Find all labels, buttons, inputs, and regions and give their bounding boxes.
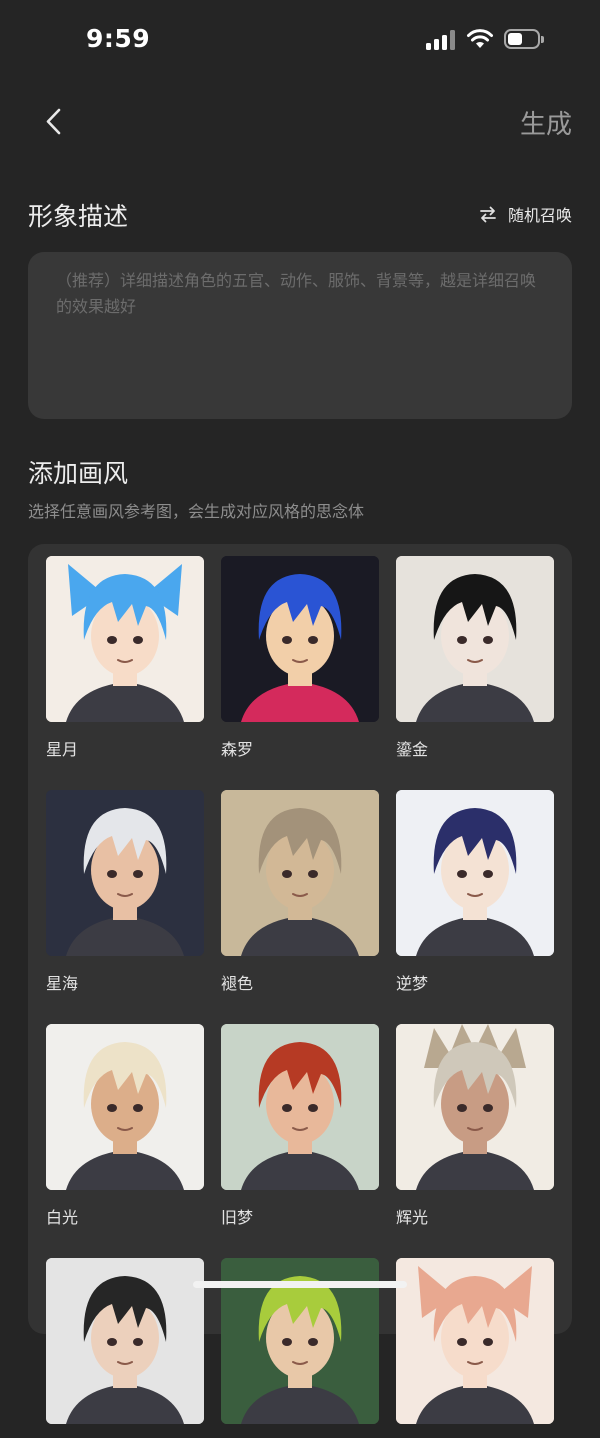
style-thumbnail [46,790,204,956]
style-thumbnail [396,1258,554,1424]
style-option[interactable]: 鎏金 [396,556,554,760]
wifi-icon [467,29,493,48]
portrait-illustration [221,1024,379,1190]
style-option[interactable]: 森罗 [221,556,379,760]
portrait-illustration [46,1258,204,1424]
battery-icon [504,29,544,49]
style-option[interactable]: 旧梦 [221,1024,379,1228]
style-label: 星月 [46,740,79,759]
style-option[interactable]: 逆梦 [396,790,554,994]
description-title: 形象描述 [28,202,129,231]
portrait-illustration [221,790,379,956]
portrait-illustration [396,556,554,722]
style-option[interactable]: 褪色 [221,790,379,994]
status-time: 9:59 [86,24,151,53]
random-summon-label: 随机召唤 [507,206,572,225]
style-label: 旧梦 [221,1208,254,1227]
portrait-illustration [221,556,379,722]
random-summon-button[interactable]: 随机召唤 [478,202,572,226]
swap-arrows-icon [480,206,496,223]
style-grid: 星月 森罗 鎏金星海 褪色 逆梦白光 旧梦 辉光 [28,544,572,1424]
home-indicator [193,1281,407,1288]
nav-bar: 生成 [0,90,600,154]
description-input[interactable]: （推荐）详细描述角色的五官、动作、服饰、背景等，越是详细召唤的效果越好 [28,252,572,419]
style-label: 辉光 [396,1208,429,1227]
style-label: 森罗 [221,740,254,759]
portrait-illustration [396,1024,554,1190]
chevron-left-icon [46,108,61,135]
style-thumbnail [221,790,379,956]
style-option[interactable]: 星月 [46,556,204,760]
style-thumbnail [221,556,379,722]
style-option[interactable] [46,1258,204,1438]
style-title: 添加画风 [28,459,129,488]
style-label: 星海 [46,974,79,993]
status-bar: 9:59 [0,0,600,80]
generate-button[interactable]: 生成 [520,104,572,141]
back-button[interactable] [34,102,74,142]
style-subtitle: 选择任意画风参考图，会生成对应风格的思念体 [28,502,365,521]
portrait-illustration [396,790,554,956]
style-option[interactable]: 白光 [46,1024,204,1228]
style-option[interactable] [396,1258,554,1438]
style-label: 褪色 [221,974,254,993]
portrait-illustration [46,556,204,722]
style-label: 白光 [46,1208,79,1227]
description-placeholder: （推荐）详细描述角色的五官、动作、服饰、背景等，越是详细召唤的效果越好 [56,271,537,316]
portrait-illustration [396,1258,554,1424]
style-label: 逆梦 [396,974,429,993]
style-label: 鎏金 [396,740,429,759]
style-thumbnail [46,1258,204,1424]
portrait-illustration [46,790,204,956]
style-thumbnail [396,1024,554,1190]
portrait-illustration [46,1024,204,1190]
style-option[interactable]: 辉光 [396,1024,554,1228]
style-thumbnail [46,556,204,722]
cellular-signal-icon [426,30,456,50]
style-thumbnail [396,790,554,956]
style-thumbnail [396,556,554,722]
style-option[interactable]: 星海 [46,790,204,994]
style-thumbnail [46,1024,204,1190]
style-thumbnail [221,1024,379,1190]
